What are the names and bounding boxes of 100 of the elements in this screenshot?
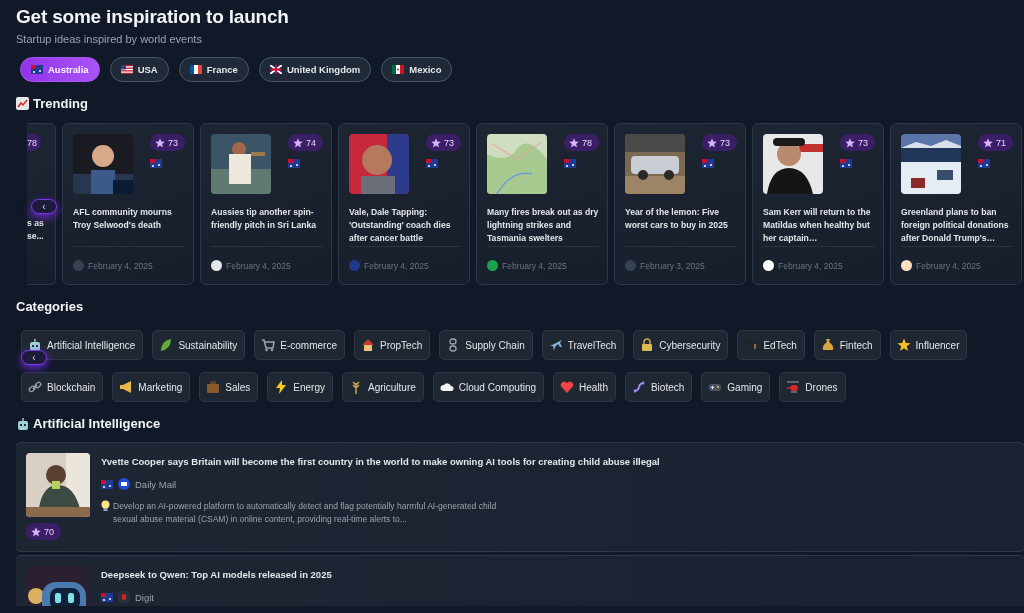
score-badge: 78 [564, 134, 599, 151]
card-title: Many fires break out as dry lightning strikes and Tasmania swelters [487, 206, 599, 245]
score-badge: 78 [27, 134, 41, 151]
star-icon [896, 338, 911, 352]
star-icon [983, 137, 993, 148]
light-bulb-icon [101, 500, 110, 512]
news-card[interactable]: 73 Year of the lemon: Five worst cars to buy in 2025 February 3, 2025 [614, 123, 746, 285]
category-chip[interactable]: Biotech [624, 372, 693, 402]
score-badge: 70 [26, 523, 61, 540]
category-chip[interactable]: Blockchain [21, 372, 104, 402]
source-logo-icon [211, 260, 222, 271]
category-chip[interactable]: E-commerce [254, 330, 345, 360]
star-icon [569, 137, 579, 148]
star-icon [31, 526, 41, 537]
category-chip[interactable]: Sales [199, 372, 259, 402]
news-card[interactable]: 78 Many fires break out as dry lightning strikes and Tasmania swelters February 4, 2025 [476, 123, 608, 285]
lightning-icon [274, 380, 289, 394]
airplane-icon [548, 338, 563, 352]
score-badge: 71 [978, 134, 1013, 151]
category-chip[interactable]: EdTech [737, 330, 805, 360]
star-icon [155, 137, 165, 148]
flag-icon [150, 159, 162, 168]
flag-icon [288, 159, 300, 168]
category-chip[interactable]: Gaming [701, 372, 771, 402]
country-tab[interactable]: Mexico [381, 57, 453, 82]
flag-icon [269, 65, 282, 74]
category-chip[interactable]: Cloud Computing [432, 372, 545, 402]
flag-icon [840, 159, 852, 168]
card-date: February 4, 2025 [502, 260, 567, 271]
card-date: February 4, 2025 [916, 260, 981, 271]
flag-icon [189, 65, 202, 74]
flag-icon [101, 479, 113, 489]
category-chip[interactable]: Sustainability [152, 330, 246, 360]
category-chip[interactable]: Marketing [112, 372, 191, 402]
card-title: AFL community mourns Troy Selwood's death [73, 206, 173, 232]
card-date: February 3, 2025 [640, 260, 705, 271]
graduation-cap-icon [744, 338, 759, 352]
article-card[interactable]: Deepseek to Qwen: Top AI models released in 2025 Digit [16, 555, 1024, 606]
source-logo-icon [487, 260, 498, 271]
category-chip[interactable]: Agriculture [341, 372, 424, 402]
article-title: Yvette Cooper says Britain will become the first country in the world to make owning AI tools for creating child abuse illegal [101, 456, 660, 467]
house-icon [361, 338, 375, 352]
category-chip[interactable]: Energy [267, 372, 333, 402]
section-heading: Trending [33, 96, 88, 111]
cart-icon [261, 338, 276, 352]
category-chip[interactable]: Drones [779, 372, 846, 402]
news-card[interactable]: 73 Vale, Dale Tapping: 'Outstanding' coach dies after cancer battle February 4, 2025 [338, 123, 470, 285]
country-tab[interactable]: USA [109, 57, 169, 82]
score-badge: 74 [288, 134, 323, 151]
money-bag-icon [820, 338, 835, 352]
article-title: Deepseek to Qwen: Top AI models released in 2025 [101, 569, 332, 580]
star-icon [431, 137, 441, 148]
card-title: Greenland plans to ban foreign political donations after Donald Trump's… [901, 206, 1010, 245]
flag-icon [101, 592, 113, 602]
card-title: Sam Kerr will return to the Matildas when healthy but her captain… [763, 206, 872, 245]
category-chip[interactable]: Supply Chain [439, 330, 533, 360]
flag-icon [392, 65, 405, 74]
news-card[interactable]: 73 Sam Kerr will return to the Matildas when healthy but her captain… February 4, 2025 [752, 123, 884, 285]
category-chip[interactable]: TravelTech [541, 330, 625, 360]
flag-icon [564, 159, 576, 168]
news-card[interactable]: 71 Greenland plans to ban foreign political donations after Donald Trump's… February 4, 2025 [890, 123, 1022, 285]
source-name: Daily Mail [135, 478, 177, 490]
source-name: Digit [135, 591, 154, 603]
category-chip[interactable]: Fintech [813, 330, 881, 360]
news-card[interactable]: 73 AFL community mourns Troy Selwood's death February 4, 2025 [62, 123, 194, 285]
card-title: Year of the lemon: Five worst cars to buy in 2025 [625, 206, 729, 232]
star-icon [845, 137, 855, 148]
source-logo-icon [118, 478, 130, 490]
source-logo-icon [625, 260, 636, 271]
score-badge: 73 [426, 134, 461, 151]
card-title: s as se... [27, 217, 44, 243]
link-icon [28, 380, 42, 394]
source-logo-icon [73, 260, 84, 271]
category-chip[interactable]: Cybersecurity [633, 330, 729, 360]
lock-icon [640, 338, 655, 352]
source-logo-icon [901, 260, 912, 271]
news-card[interactable]: 74 Aussies tip another spin-friendly pitch in Sri Lanka February 4, 2025 [200, 123, 332, 285]
page-subtitle: Startup ideas inspired by world events [16, 33, 203, 45]
flag-icon [426, 159, 438, 168]
category-chip[interactable]: Health [553, 372, 616, 402]
megaphone-icon [119, 380, 134, 394]
robot-icon [28, 338, 42, 352]
country-tab[interactable]: France [178, 57, 249, 82]
card-date: February 4, 2025 [226, 260, 291, 271]
heart-icon [560, 380, 575, 394]
card-title: Vale, Dale Tapping: 'Outstanding' coach dies after cancer battle [349, 206, 452, 245]
article-card[interactable] [16, 442, 1024, 552]
flag-icon [702, 159, 714, 168]
star-icon [707, 137, 717, 148]
category-chip[interactable]: Influencer [889, 330, 968, 360]
flag-icon [120, 65, 133, 74]
briefcase-icon [206, 380, 221, 394]
category-chip[interactable]: PropTech [354, 330, 431, 360]
idea-text: Develop an AI-powered platform to automatically detect and flag potentially harmful AI-generated child sexual abuse material (CSAM) in online content, providing real-time alerts to... [113, 500, 498, 526]
source-logo-icon [349, 260, 360, 271]
country-tab[interactable]: Australia [20, 57, 100, 82]
robot-icon [16, 417, 29, 430]
country-tab[interactable]: United Kingdom [258, 57, 372, 82]
previous-button[interactable]: ‹ [21, 350, 47, 365]
score-badge: 73 [702, 134, 737, 151]
